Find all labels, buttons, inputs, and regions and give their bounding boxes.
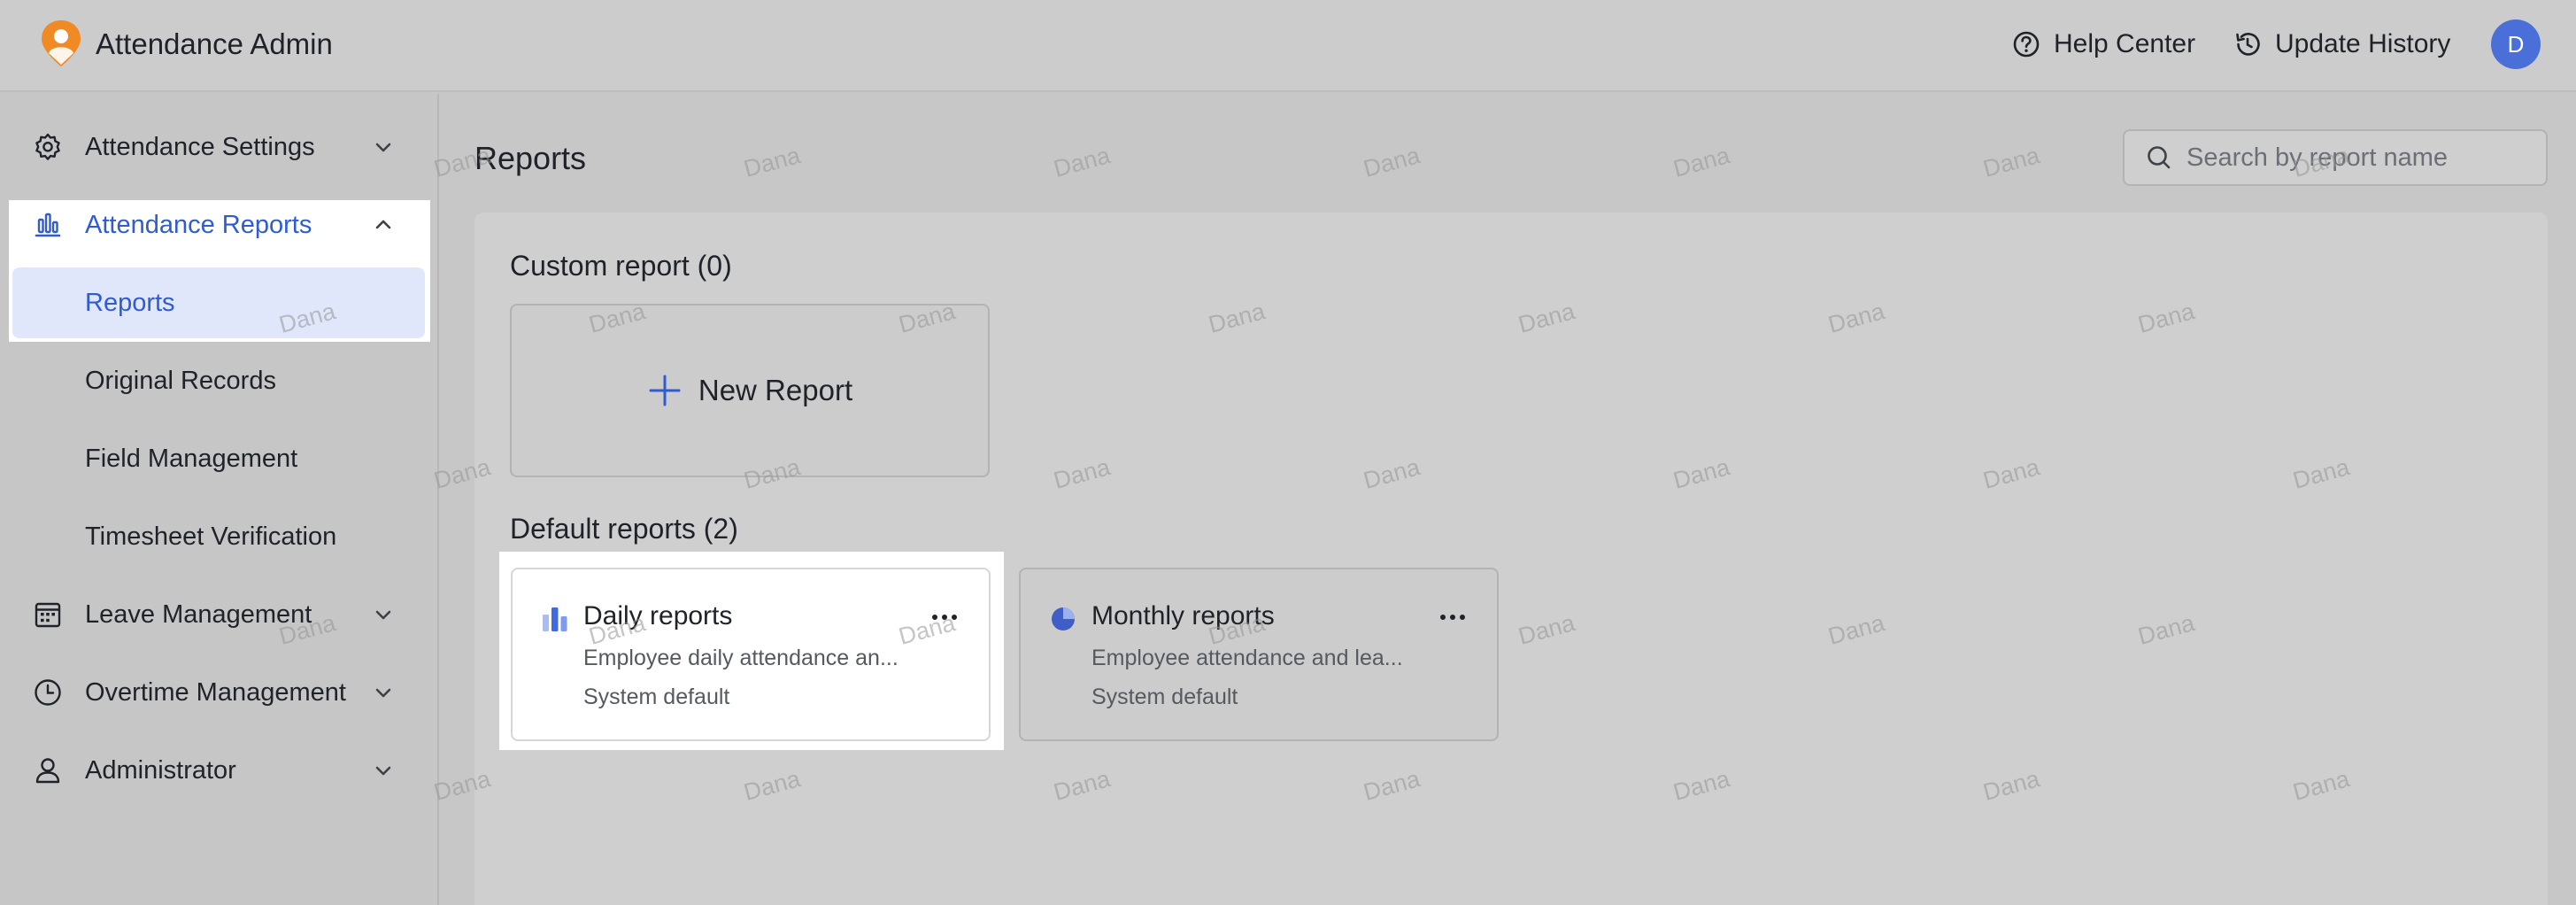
chevron-down-icon xyxy=(370,601,397,628)
report-card-monthly[interactable]: Monthly reports Employee attendance and … xyxy=(1019,568,1499,741)
clock-icon xyxy=(32,677,64,708)
chevron-up-icon xyxy=(370,212,397,238)
report-type: System default xyxy=(1091,685,1238,709)
report-card-daily[interactable]: Daily reports Employee daily attendance … xyxy=(511,568,991,741)
search-input[interactable] xyxy=(2187,135,2532,180)
sidebar-item-label: Original Records xyxy=(85,366,276,395)
watermark-text: Dana xyxy=(1361,142,1423,182)
sidebar-item-label: Reports xyxy=(85,288,175,317)
top-bar: Attendance Admin Help Center Update Hist… xyxy=(0,0,2576,92)
watermark-text: Dana xyxy=(1980,142,2043,182)
sidebar-subitem-field-management[interactable]: Field Management xyxy=(0,423,439,494)
sidebar-item-label: Administrator xyxy=(85,755,236,785)
default-reports-heading: Default reports (2) xyxy=(510,513,738,545)
sidebar-item-label: Attendance Settings xyxy=(85,132,315,161)
app-title: Attendance Admin xyxy=(96,27,333,60)
update-history-link[interactable]: Update History xyxy=(2233,25,2450,64)
report-description: Employee daily attendance an... xyxy=(583,646,899,670)
sidebar-subitem-reports[interactable]: Reports xyxy=(12,267,425,338)
sidebar-item-overtime-management[interactable]: Overtime Management xyxy=(0,657,439,728)
history-icon xyxy=(2236,33,2260,56)
chevron-down-icon xyxy=(370,757,397,784)
chevron-down-icon xyxy=(370,134,397,160)
more-options-icon[interactable] xyxy=(927,601,962,633)
sidebar-subitem-timesheet-verification[interactable]: Timesheet Verification xyxy=(0,501,439,572)
help-center-label: Help Center xyxy=(2054,29,2196,58)
update-history-label: Update History xyxy=(2275,29,2451,58)
new-report-button[interactable]: New Report xyxy=(510,304,990,477)
sidebar-item-attendance-settings[interactable]: Attendance Settings xyxy=(0,112,439,182)
plus-icon xyxy=(649,375,681,406)
sidebar-item-leave-management[interactable]: Leave Management xyxy=(0,579,439,650)
custom-report-heading: Custom report (0) xyxy=(510,250,732,282)
calendar-icon xyxy=(32,599,64,630)
gear-icon xyxy=(32,131,64,163)
watermark-text: Dana xyxy=(1051,142,1114,182)
chevron-down-icon xyxy=(370,679,397,706)
sidebar-subitem-original-records[interactable]: Original Records xyxy=(0,345,439,416)
search-box xyxy=(2123,129,2548,186)
sidebar-item-label: Field Management xyxy=(85,444,298,473)
sidebar-item-label: Attendance Reports xyxy=(85,210,312,239)
report-description: Employee attendance and lea... xyxy=(1091,646,1403,670)
sidebar-item-label: Leave Management xyxy=(85,599,312,629)
bar-chart-icon xyxy=(32,209,64,241)
search-icon xyxy=(2148,146,2171,169)
new-report-label: New Report xyxy=(698,374,853,406)
sidebar-item-label: Timesheet Verification xyxy=(85,522,337,551)
watermark-text: Dana xyxy=(741,142,804,182)
more-options-icon[interactable] xyxy=(1435,601,1470,633)
avatar[interactable]: D xyxy=(2491,19,2541,69)
sidebar-item-label: Overtime Management xyxy=(85,677,346,707)
bar-chart-icon xyxy=(541,605,569,633)
report-name: Daily reports xyxy=(583,601,733,630)
page-title: Reports xyxy=(474,140,587,176)
sidebar-item-administrator[interactable]: Administrator xyxy=(0,735,439,806)
help-circle-icon xyxy=(2013,31,2040,58)
sidebar-item-attendance-reports[interactable]: Attendance Reports xyxy=(0,190,439,260)
report-type: System default xyxy=(583,685,730,709)
help-center-link[interactable]: Help Center xyxy=(2011,25,2195,64)
pie-chart-icon xyxy=(1049,605,1077,633)
report-name: Monthly reports xyxy=(1091,601,1275,630)
watermark-text: Dana xyxy=(1670,142,1733,182)
user-icon xyxy=(32,754,64,786)
app-logo xyxy=(39,18,83,69)
